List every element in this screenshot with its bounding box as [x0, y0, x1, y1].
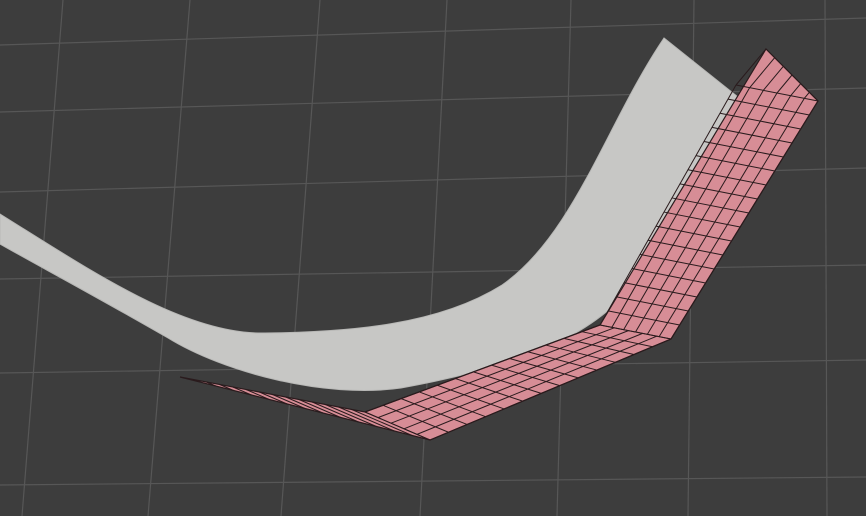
- 3d-viewport[interactable]: [0, 0, 866, 516]
- viewport-canvas[interactable]: [0, 0, 866, 516]
